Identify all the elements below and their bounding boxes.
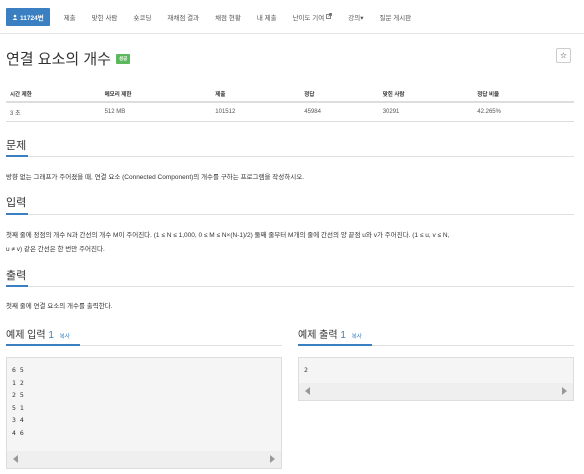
example-input-data: 6 5 1 2 2 5 5 1 3 4 4 6 [12, 366, 24, 437]
scroll-right-icon[interactable] [270, 455, 275, 463]
nav-difficulty-contribution[interactable]: 난이도 기여 [293, 12, 333, 22]
example-output-label: 예제 출력 [298, 330, 338, 341]
person-icon [12, 14, 18, 20]
table-row: 3 초 512 MB 101512 45984 30291 42.265% [6, 102, 574, 122]
header-solved-users: 맞힌 사람 [378, 86, 474, 103]
star-button[interactable]: ☆ [556, 48, 571, 63]
example-input-title: 예제 입력 1 복사 [6, 326, 70, 341]
header-time-limit: 시간 제한 [6, 86, 101, 103]
nav-problem-number[interactable]: 11724번 [6, 7, 50, 26]
accepted-value: 45984 [300, 102, 379, 122]
section-accent [6, 155, 28, 157]
scroll-left-icon[interactable] [305, 387, 310, 395]
example-input-number: 1 [48, 330, 54, 341]
memory-limit-value: 512 MB [100, 102, 212, 122]
example-output-number: 1 [340, 330, 346, 341]
nav-solved-users[interactable]: 맞힌 사람 [92, 12, 118, 22]
example-output-data: 2 [304, 366, 308, 374]
header-accepted: 정답 [300, 86, 379, 103]
accept-ratio-value: 42.265% [473, 102, 574, 122]
solved-users-value: 30291 [378, 102, 474, 122]
nav-judge-status[interactable]: 채점 현황 [215, 12, 241, 22]
horizontal-scrollbar[interactable] [7, 451, 281, 468]
copy-output-button[interactable]: 복사 [352, 334, 362, 340]
status-badge: 성공 [115, 53, 131, 64]
section-accent [6, 285, 28, 287]
example-output-title: 예제 출력 1 복사 [298, 326, 362, 341]
nav-rejudge-results[interactable]: 재채점 결과 [167, 12, 199, 22]
nav-active-label: 11724번 [20, 14, 44, 22]
example-input-box[interactable]: 6 5 1 2 2 5 5 1 3 4 4 6 [6, 357, 282, 469]
submissions-value: 101512 [211, 102, 301, 122]
input-description-line-2: u ≠ v) 같은 간선은 한 번만 주어진다. [6, 246, 105, 253]
input-description-line-1: 첫째 줄에 정점의 개수 N과 간선의 개수 M이 주어진다. (1 ≤ N ≤… [6, 232, 450, 239]
input-heading: 입력 [6, 197, 27, 209]
section-divider [6, 214, 574, 215]
scroll-right-icon[interactable] [562, 387, 567, 395]
header-memory-limit: 메모리 제한 [100, 86, 212, 103]
example-output-box[interactable]: 2 [298, 357, 574, 401]
output-description: 첫째 줄에 연결 요소의 개수를 출력한다. [6, 303, 113, 310]
title-row: 연결 요소의 개수 성공 [6, 48, 131, 69]
problem-info-table: 시간 제한 메모리 제한 제출 정답 맞힌 사람 정답 비율 3 초 512 M… [6, 86, 574, 122]
scroll-left-icon[interactable] [13, 455, 18, 463]
example-input-label: 예제 입력 [6, 330, 46, 341]
problem-heading: 문제 [6, 140, 27, 152]
time-limit-value: 3 초 [6, 102, 101, 122]
star-icon: ☆ [559, 51, 568, 60]
table-header-row: 시간 제한 메모리 제한 제출 정답 맞힌 사람 정답 비율 [6, 86, 574, 103]
horizontal-scrollbar[interactable] [299, 383, 573, 400]
problem-description: 방향 없는 그래프가 주어졌을 때, 연결 요소 (Connected Comp… [6, 174, 304, 181]
page-title: 연결 요소의 개수 [6, 51, 111, 68]
nav-lectures-dropdown[interactable]: 강의▾ [348, 12, 363, 22]
problem-nav: 11724번 제출 맞힌 사람 숏코딩 재채점 결과 채점 현황 내 제출 난이… [0, 0, 584, 34]
nav-submit[interactable]: 제출 [64, 12, 76, 22]
nav-my-submissions[interactable]: 내 제출 [257, 12, 277, 22]
section-accent [298, 344, 372, 346]
header-accept-ratio: 정답 비율 [473, 86, 574, 103]
nav-question-board[interactable]: 질문 게시판 [380, 12, 412, 22]
external-link-icon [326, 12, 333, 21]
nav-short-coding[interactable]: 숏코딩 [133, 12, 151, 22]
section-divider [6, 286, 574, 287]
header-submissions: 제출 [211, 86, 301, 103]
section-accent [6, 213, 28, 215]
section-divider [6, 156, 574, 157]
nav-difficulty-label: 난이도 기여 [292, 14, 325, 22]
copy-input-button[interactable]: 복사 [60, 334, 70, 340]
section-accent [6, 344, 80, 346]
output-heading: 출력 [6, 270, 27, 282]
